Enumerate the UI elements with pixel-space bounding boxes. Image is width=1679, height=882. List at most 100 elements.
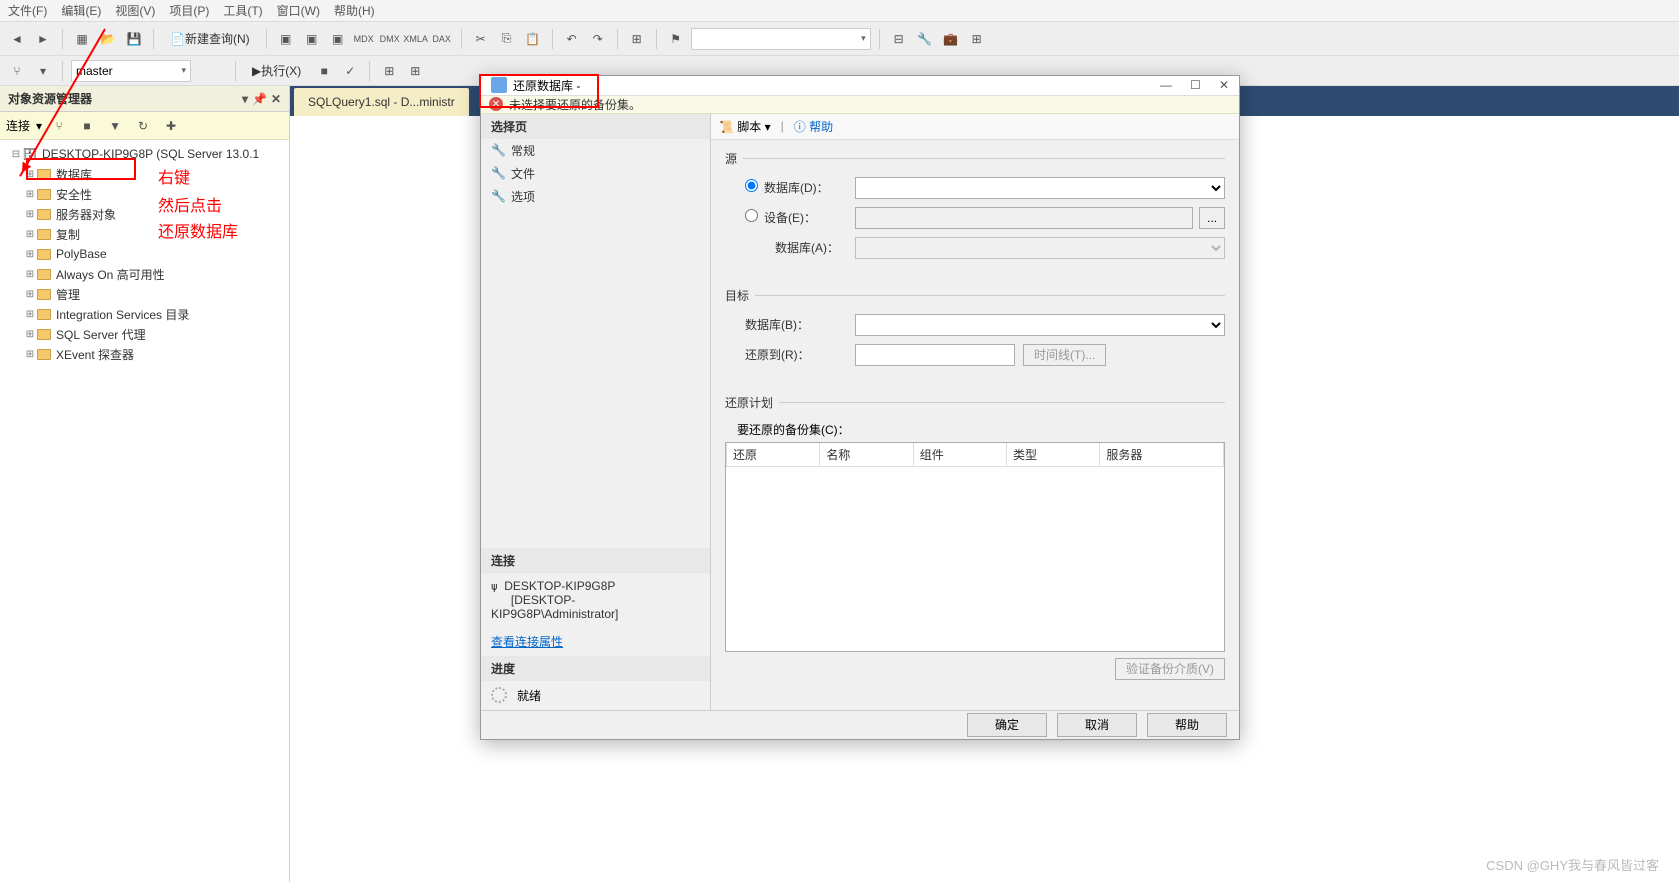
disconnect-icon[interactable]: ⑂ [48, 115, 70, 137]
copy-icon[interactable]: ⎘ [496, 28, 518, 50]
close-icon[interactable]: ✕ [1219, 78, 1229, 92]
tab-sqlquery[interactable]: SQLQuery1.sql - D...ministr [294, 88, 469, 116]
error-icon: ✕ [489, 97, 503, 111]
menubar: 文件(F) 编辑(E) 视图(V) 项目(P) 工具(T) 窗口(W) 帮助(H) [0, 0, 1679, 22]
undo-icon[interactable]: ↶ [561, 28, 583, 50]
db-icon[interactable]: ▣ [275, 28, 297, 50]
tree-node[interactable]: ⊞SQL Server 代理 [6, 324, 283, 344]
refresh-icon[interactable]: ↻ [132, 115, 154, 137]
connect-chev-icon[interactable]: ▾ [36, 119, 42, 133]
view-connection-link[interactable]: 查看连接属性 [481, 627, 710, 656]
restore-to-label: 还原到(R)： [725, 346, 855, 363]
target-db-select[interactable] [855, 314, 1225, 336]
db-icon-2[interactable]: ▣ [301, 28, 323, 50]
activity-icon[interactable]: ⊞ [626, 28, 648, 50]
ok-button[interactable]: 确定 [967, 713, 1047, 737]
tree-node[interactable]: ⊞XEvent 探查器 [6, 344, 283, 364]
branch-icon[interactable]: ⑂ [6, 60, 28, 82]
dialog-title-text: 还原数据库 - [513, 77, 580, 94]
cut-icon[interactable]: ✂ [470, 28, 492, 50]
save-icon[interactable]: 💾 [123, 28, 145, 50]
parse-icon[interactable]: ✓ [339, 60, 361, 82]
db-icon-3[interactable]: ▣ [327, 28, 349, 50]
xmla-icon[interactable]: XMLA [405, 28, 427, 50]
target-db-label: 数据库(B)： [725, 316, 855, 333]
search-combo[interactable]: ▾ [691, 28, 871, 50]
redo-icon[interactable]: ↷ [587, 28, 609, 50]
tool-icon-1[interactable]: ⊟ [888, 28, 910, 50]
menu-item[interactable]: 帮助(H) [334, 2, 375, 19]
options-icon[interactable]: ⊞ [404, 60, 426, 82]
tree-node[interactable]: ⊞Integration Services 目录 [6, 304, 283, 324]
registered-icon[interactable]: ⚑ [665, 28, 687, 50]
tree-node[interactable]: ⊞数据库 [6, 164, 283, 184]
device-radio[interactable] [745, 209, 758, 222]
execute-button[interactable]: ▶ 执行(X) [244, 59, 309, 83]
tool-icon-3[interactable]: 💼 [940, 28, 962, 50]
page-files[interactable]: 🔧文件 [481, 162, 710, 185]
help-button[interactable]: 帮助 [1147, 713, 1227, 737]
column-header[interactable]: 还原 [727, 443, 820, 467]
toolbar-main: ◄ ► ▦ 📂 💾 📄 新建查询(N) ▣ ▣ ▣ MDX DMX XMLA D… [0, 22, 1679, 56]
database-radio[interactable] [745, 179, 758, 192]
page-options[interactable]: 🔧选项 [481, 185, 710, 208]
minimize-icon[interactable]: — [1160, 78, 1172, 92]
add-icon[interactable]: ✚ [160, 115, 182, 137]
page-general[interactable]: 🔧常规 [481, 139, 710, 162]
filter-icon[interactable]: ▼ [104, 115, 126, 137]
stop-icon[interactable]: ■ [313, 60, 335, 82]
database-combo[interactable]: master▾ [71, 60, 191, 82]
open-icon[interactable]: 📂 [97, 28, 119, 50]
maximize-icon[interactable]: ☐ [1190, 78, 1201, 92]
back-icon[interactable]: ◄ [6, 28, 28, 50]
cancel-button[interactable]: 取消 [1057, 713, 1137, 737]
menu-item[interactable]: 视图(V) [115, 2, 155, 19]
menu-item[interactable]: 项目(P) [169, 2, 209, 19]
forward-icon[interactable]: ► [32, 28, 54, 50]
dialog-footer: 确定 取消 帮助 [481, 710, 1239, 739]
tree-server-node[interactable]: ⊟🗄DESKTOP-KIP9G8P (SQL Server 13.0.1 [6, 144, 283, 164]
dialog-left-panel: 选择页 🔧常规 🔧文件 🔧选项 连接 ψ DESKTOP-KIP9G8P [DE… [481, 114, 711, 710]
menu-item[interactable]: 文件(F) [8, 2, 47, 19]
tree-node[interactable]: ⊞Always On 高可用性 [6, 264, 283, 284]
close-panel-icon[interactable]: ✕ [271, 92, 281, 106]
menu-item[interactable]: 窗口(W) [277, 2, 320, 19]
menu-item[interactable]: 工具(T) [223, 2, 262, 19]
dialog-titlebar[interactable]: 还原数据库 - — ☐ ✕ [481, 76, 1239, 96]
chev-icon[interactable]: ▾ [32, 60, 54, 82]
mdx-icon[interactable]: MDX [353, 28, 375, 50]
pin-icon[interactable]: 📌 [252, 92, 267, 106]
tree-node[interactable]: ⊞管理 [6, 284, 283, 304]
new-project-icon[interactable]: ▦ [71, 28, 93, 50]
paste-icon[interactable]: 📋 [522, 28, 544, 50]
browse-device-button[interactable]: ... [1199, 207, 1225, 229]
connect-label[interactable]: 连接 [6, 117, 30, 134]
target-fieldset: 目标 数据库(B)： 还原到(R)： 时间线(T)... [725, 287, 1225, 384]
dropdown-icon[interactable]: ▾ [242, 92, 248, 106]
wrench-icon: 🔧 [491, 143, 505, 157]
tree-node[interactable]: ⊞复制 [6, 224, 283, 244]
tree-node[interactable]: ⊞服务器对象 [6, 204, 283, 224]
dax-icon[interactable]: DAX [431, 28, 453, 50]
new-query-button[interactable]: 📄 新建查询(N) [162, 27, 258, 51]
script-link[interactable]: 📜 脚本 ▾ [719, 118, 771, 135]
dialog-right-panel: 📜 脚本 ▾ | ⓘ 帮助 源 数据库(D)： 设备(E)： ... [711, 114, 1239, 710]
plan-icon[interactable]: ⊞ [378, 60, 400, 82]
restore-to-input[interactable] [855, 344, 1015, 366]
wrench-icon: 🔧 [491, 166, 505, 180]
dmx-icon[interactable]: DMX [379, 28, 401, 50]
column-header[interactable]: 服务器 [1100, 443, 1224, 467]
source-db-select[interactable] [855, 177, 1225, 199]
backup-sets-table[interactable]: 还原名称组件类型服务器 [725, 442, 1225, 652]
column-header[interactable]: 名称 [820, 443, 913, 467]
tree-node[interactable]: ⊞安全性 [6, 184, 283, 204]
tool-icon-2[interactable]: 🔧 [914, 28, 936, 50]
menu-item[interactable]: 编辑(E) [61, 2, 101, 19]
column-header[interactable]: 类型 [1007, 443, 1100, 467]
stop-conn-icon[interactable]: ■ [76, 115, 98, 137]
tree-node[interactable]: ⊞PolyBase [6, 244, 283, 264]
tool-icon-4[interactable]: ⊞ [966, 28, 988, 50]
help-link[interactable]: ⓘ 帮助 [794, 118, 833, 135]
spinner-icon [491, 687, 507, 703]
column-header[interactable]: 组件 [913, 443, 1006, 467]
